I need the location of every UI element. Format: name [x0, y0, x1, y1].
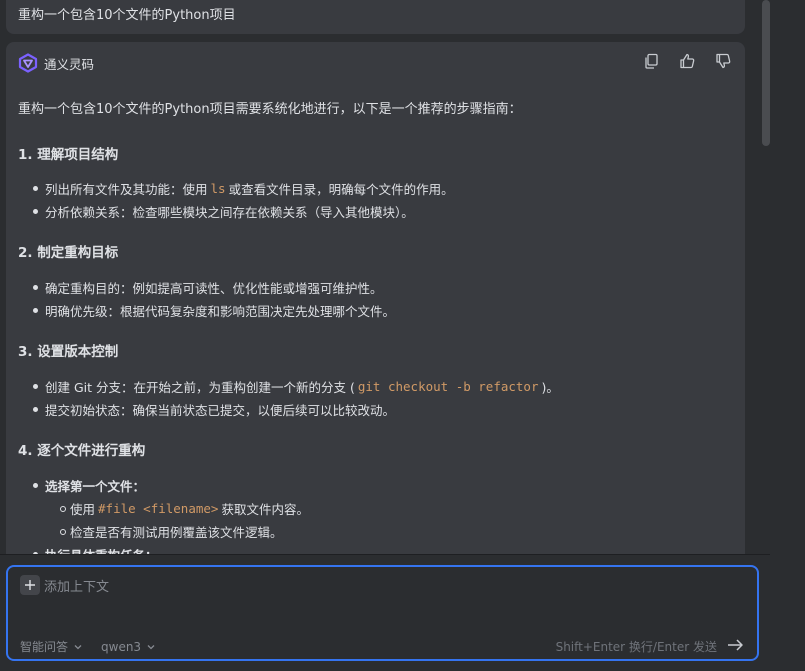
- section-title: 3. 设置版本控制: [18, 344, 119, 360]
- input-toolbar: 智能问答 qwen3: [20, 638, 174, 655]
- dislike-button[interactable]: [713, 51, 733, 71]
- divider: [0, 554, 770, 555]
- user-message: 重构一个包含10个文件的Python项目: [6, 0, 745, 34]
- plus-icon: [20, 575, 40, 595]
- assistant-intro: 重构一个包含10个文件的Python项目需要系统化地进行，以下是一个推荐的步骤指…: [18, 102, 522, 117]
- section-title: 2. 制定重构目标: [18, 245, 119, 261]
- assistant-name: 通义灵码: [44, 56, 95, 72]
- inline-code: git checkout -b refactor: [357, 379, 539, 394]
- chat-scrollbar[interactable]: [762, 0, 770, 146]
- chevron-down-icon: [147, 644, 155, 649]
- section-title: 1. 理解项目结构: [18, 147, 119, 163]
- list-item: 提交初始状态：确保当前状态已提交，以便后续可以比较改动。: [33, 400, 395, 419]
- send-hint: Shift+Enter 换行/Enter 发送: [555, 640, 717, 654]
- like-button[interactable]: [677, 51, 697, 71]
- list-item: 明确优先级：根据代码复杂度和影响范围决定先处理哪个文件。: [33, 301, 395, 320]
- copy-button[interactable]: [641, 51, 661, 71]
- chevron-down-icon: [74, 644, 82, 649]
- add-context-button[interactable]: 添加上下文: [20, 575, 109, 595]
- list-item: 确定重构目的：例如提高可读性、优化性能或增强可维护性。: [33, 278, 383, 297]
- assistant-header: 通义灵码: [18, 52, 733, 74]
- thumbs-up-icon: [680, 53, 695, 69]
- chat-input[interactable]: 添加上下文 智能问答 qwen3 Shift+Enter 换行/Enter 发送: [6, 565, 759, 661]
- inline-code: #file <filename>: [98, 501, 219, 516]
- list-item: 列出所有文件及其功能：使用 ls 或查看文件目录，明确每个文件的作用。: [33, 179, 454, 198]
- inline-code: ls: [210, 181, 226, 196]
- chat-area: 重构一个包含10个文件的Python项目 通义灵码 重构一个包含10个文件的Py…: [0, 0, 760, 555]
- add-context-label: 添加上下文: [44, 579, 110, 595]
- assistant-message: 通义灵码 重构一个包含10个文件的Python项目需要系统化地进行，以下是一个推…: [6, 42, 745, 555]
- model-select[interactable]: qwen3: [101, 640, 156, 654]
- list-item: 检查是否有测试用例覆盖该文件逻辑。: [60, 522, 283, 541]
- user-message-text: 重构一个包含10个文件的Python项目: [18, 8, 236, 23]
- mode-select[interactable]: 智能问答: [20, 638, 83, 655]
- tongyi-logo-icon: [18, 53, 38, 73]
- list-item: 使用 #file <filename> 获取文件内容。: [60, 499, 309, 518]
- thumbs-down-icon: [716, 53, 731, 69]
- section-title: 4. 逐个文件进行重构: [18, 443, 146, 459]
- copy-icon: [645, 53, 658, 69]
- list-item: 创建 Git 分支：在开始之前，为重构创建一个新的分支 ( git checko…: [33, 377, 559, 396]
- list-item: 选择第一个文件：: [33, 476, 145, 495]
- message-actions: [641, 51, 733, 71]
- send-arrow-icon[interactable]: [727, 637, 745, 653]
- list-item: 分析依赖关系：检查哪些模块之间存在依赖关系（导入其他模块）。: [33, 202, 414, 221]
